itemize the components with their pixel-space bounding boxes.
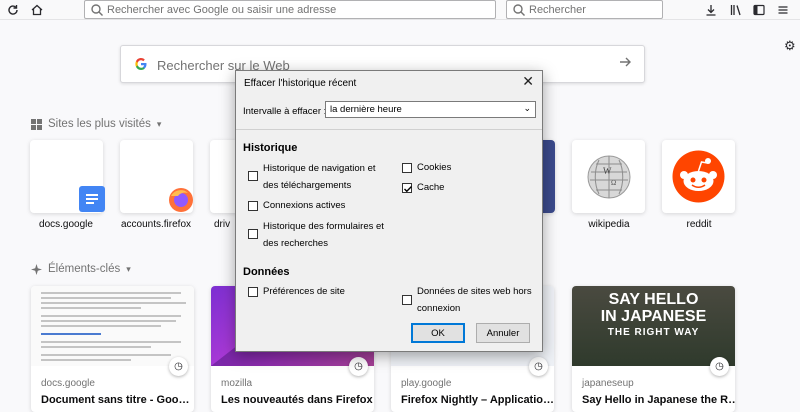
sidebar-icon[interactable] <box>750 1 768 19</box>
top-site-label: accounts.firefox <box>120 219 192 230</box>
checkmark-icon <box>404 186 413 193</box>
document-preview-image <box>31 286 194 366</box>
card-host: mozilla <box>221 378 253 389</box>
gear-icon[interactable]: ⚙ <box>784 38 796 54</box>
reddit-logo-icon <box>672 150 725 203</box>
top-site-label: driv <box>214 219 231 230</box>
history-heading: Historique <box>243 142 298 154</box>
library-icon[interactable] <box>727 1 745 19</box>
card-host: japaneseup <box>582 378 634 389</box>
checkbox-label: Historique des formulaires et des recher… <box>263 221 384 249</box>
highlight-card-docs[interactable]: ◷ docs.google Document sans titre - Goo… <box>31 286 194 412</box>
svg-text:Ω: Ω <box>611 179 616 187</box>
top-site-tile-reddit[interactable] <box>662 140 735 213</box>
checkbox-label: Cache <box>417 182 445 193</box>
checkbox-form-history[interactable] <box>248 229 258 239</box>
checkbox-cache[interactable] <box>402 183 413 193</box>
top-site-label: reddit <box>686 219 712 230</box>
card-title: Les nouveautés dans Firefox <box>221 394 373 406</box>
checkbox-label: Cookies <box>417 162 452 173</box>
url-placeholder: Rechercher avec Google ou saisir une adr… <box>107 4 337 16</box>
checkbox-browsing-history[interactable] <box>248 171 258 181</box>
browser-toolbar: Rechercher avec Google ou saisir une adr… <box>0 0 800 20</box>
top-site-tile-docs[interactable] <box>30 140 105 213</box>
home-icon[interactable] <box>28 1 46 19</box>
checkbox-cookies[interactable] <box>402 163 412 173</box>
checkbox-label: Connexions actives <box>263 200 346 211</box>
highlights-header[interactable]: Éléments-clés ▾ <box>31 263 131 275</box>
top-site-tile-accounts-firefox[interactable] <box>120 140 193 213</box>
top-site-label: docs.google <box>39 219 93 230</box>
image-text-line: SAY HELLO <box>608 291 699 308</box>
url-bar[interactable]: Rechercher avec Google ou saisir une adr… <box>84 0 496 19</box>
download-icon[interactable] <box>702 1 720 19</box>
clock-icon: ◷ <box>529 357 548 376</box>
search-placeholder: Rechercher <box>529 4 586 16</box>
clear-history-dialog: Effacer l'historique récent ✕ Intervalle… <box>235 70 543 352</box>
checkbox-offline-data[interactable] <box>402 295 412 305</box>
sparkle-icon <box>31 263 42 275</box>
chevron-down-icon: ⌄ <box>523 103 531 113</box>
search-bar[interactable]: Rechercher <box>506 0 663 19</box>
range-select[interactable]: la dernière heure ⌄ <box>325 101 536 118</box>
data-heading: Données <box>243 266 290 278</box>
menu-icon[interactable] <box>774 1 792 19</box>
checkbox-label: Préférences de site <box>263 286 345 297</box>
ok-button[interactable]: OK <box>411 323 465 343</box>
card-host: docs.google <box>41 378 95 389</box>
reload-icon[interactable] <box>4 1 22 19</box>
japanese-preview-image: SAY HELLO IN JAPANESE THE RIGHT WAY <box>572 286 735 366</box>
cancel-button[interactable]: Annuler <box>476 323 530 343</box>
clock-icon: ◷ <box>710 357 729 376</box>
arrow-right-icon[interactable] <box>618 55 632 74</box>
checkbox-label: Données de sites web hors connexion <box>417 286 532 314</box>
divider <box>236 129 542 130</box>
chevron-down-icon: ▾ <box>126 263 131 274</box>
checkbox-site-preferences[interactable] <box>248 287 258 297</box>
card-title: Firefox Nightly – Applicatio… <box>401 394 554 406</box>
highlights-title: Éléments-clés <box>48 263 121 275</box>
search-icon <box>513 4 525 16</box>
clock-icon: ◷ <box>169 357 188 376</box>
wikipedia-globe-icon: WΩ <box>586 152 632 202</box>
card-host: play.google <box>401 378 452 389</box>
card-title: Document sans titre - Goo… <box>41 394 190 406</box>
grid-icon <box>31 118 42 130</box>
range-select-value: la dernière heure <box>330 104 402 115</box>
top-site-tile-wikipedia[interactable]: WΩ <box>572 140 645 213</box>
checkbox-label: Historique de navigation et des téléchar… <box>263 163 376 191</box>
dialog-title: Effacer l'historique récent <box>244 78 357 89</box>
chevron-down-icon: ▾ <box>156 118 162 129</box>
close-icon[interactable]: ✕ <box>522 73 534 90</box>
svg-text:W: W <box>603 166 612 176</box>
card-title: Say Hello in Japanese the R… <box>582 394 735 406</box>
google-logo-icon <box>134 57 148 75</box>
image-text-line: IN JAPANESE <box>600 308 707 325</box>
clock-icon: ◷ <box>349 357 368 376</box>
top-sites-title: Sites les plus visités <box>48 118 151 130</box>
highlight-card-japaneseup[interactable]: SAY HELLO IN JAPANESE THE RIGHT WAY ◷ ja… <box>572 286 735 412</box>
top-site-label: wikipedia <box>588 219 630 230</box>
range-label: Intervalle à effacer : <box>243 106 327 117</box>
firefox-logo-icon <box>167 186 195 214</box>
image-text-line: THE RIGHT WAY <box>607 327 700 338</box>
top-sites-header[interactable]: Sites les plus visités ▾ <box>31 118 161 130</box>
google-docs-icon <box>79 186 105 212</box>
checkbox-active-logins[interactable] <box>248 201 258 211</box>
search-icon <box>91 4 103 16</box>
